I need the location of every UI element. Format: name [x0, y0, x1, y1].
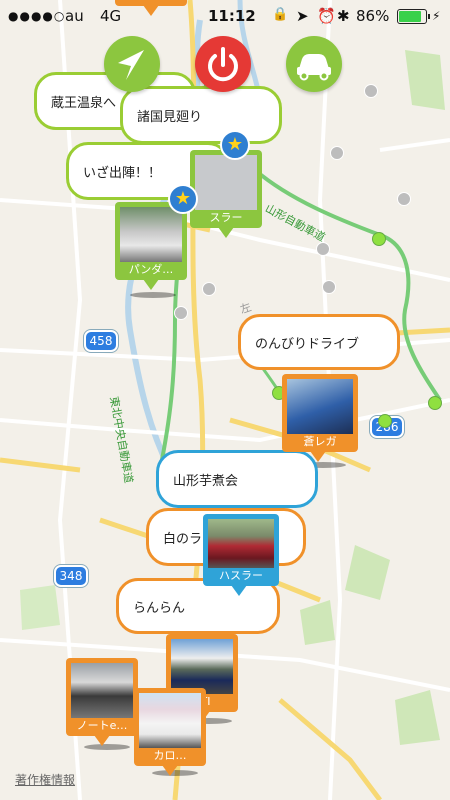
network-label: 4G	[100, 7, 122, 25]
navigate-button[interactable]	[104, 36, 160, 92]
pin-label: カロ…	[153, 749, 187, 762]
route-sign: 458	[84, 330, 118, 352]
navigation-arrow-icon	[118, 50, 144, 80]
car-photo	[71, 663, 133, 718]
alarm-icon: ⏰	[317, 7, 336, 25]
car-photo	[208, 519, 274, 568]
photo-pin[interactable]: ハスラー	[203, 514, 279, 596]
power-button[interactable]	[195, 36, 251, 92]
route-bubble[interactable]: 諸国見廻り	[120, 86, 282, 144]
photo-pin[interactable]: ノートe…	[66, 658, 138, 746]
pin-label: 蒼レガ	[303, 435, 337, 448]
credits-link[interactable]: 著作権情報	[15, 771, 75, 788]
location-arrow-icon: ➤	[296, 7, 309, 25]
pin-label: ノートe…	[76, 719, 128, 732]
battery-fill	[399, 11, 422, 22]
route-bubble[interactable]: 山形芋煮会	[156, 450, 318, 508]
waypoint-dot[interactable]	[174, 306, 188, 320]
car-icon	[297, 54, 331, 81]
orientation-lock-icon: 🔒	[272, 7, 289, 22]
car-photo	[120, 207, 182, 262]
pin-label: スラー	[209, 211, 243, 224]
favorite-star-icon: ★	[168, 184, 198, 214]
car-photo	[195, 155, 257, 210]
car-photo	[139, 693, 201, 748]
status-bar: ●●●●○ au 4G 11:12 🔒 ➤ ⏰ ✱ 86% ⚡	[0, 0, 450, 34]
waypoint-green-dot[interactable]	[378, 414, 392, 428]
signal-strength-icon: ●●●●○	[8, 9, 66, 23]
pin-label: ハスラー	[219, 569, 263, 582]
battery-percent: 86%	[356, 7, 390, 25]
favorite-star-icon: ★	[220, 130, 250, 160]
photo-pin[interactable]: カロ…	[134, 688, 206, 776]
clock: 11:12	[208, 7, 256, 25]
waypoint-green-dot[interactable]	[428, 396, 442, 410]
car-button[interactable]	[286, 36, 342, 92]
charging-icon: ⚡	[432, 9, 441, 23]
photo-pin[interactable]: パンダ…	[115, 202, 187, 290]
route-bubble[interactable]: らんらん	[116, 578, 280, 634]
photo-pin[interactable]: 蒼レガ	[282, 374, 358, 462]
park-area	[20, 585, 60, 630]
route-sign: 348	[54, 565, 88, 587]
car-photo	[171, 639, 233, 694]
car-photo	[287, 379, 353, 434]
carrier-label: au	[65, 7, 84, 25]
waypoint-dot[interactable]	[322, 280, 336, 294]
bluetooth-icon: ✱	[337, 7, 350, 25]
pin-label: パンダ…	[128, 263, 174, 276]
waypoint-dot[interactable]	[330, 146, 344, 160]
waypoint-green-dot[interactable]	[372, 232, 386, 246]
waypoint-dot[interactable]	[202, 282, 216, 296]
battery-icon	[397, 9, 430, 24]
waypoint-dot[interactable]	[316, 242, 330, 256]
waypoint-dot[interactable]	[364, 84, 378, 98]
power-icon	[208, 47, 238, 82]
route-bubble[interactable]: のんびりドライブ	[238, 314, 400, 370]
waypoint-dot[interactable]	[397, 192, 411, 206]
photo-pin[interactable]: スラー	[190, 150, 262, 238]
